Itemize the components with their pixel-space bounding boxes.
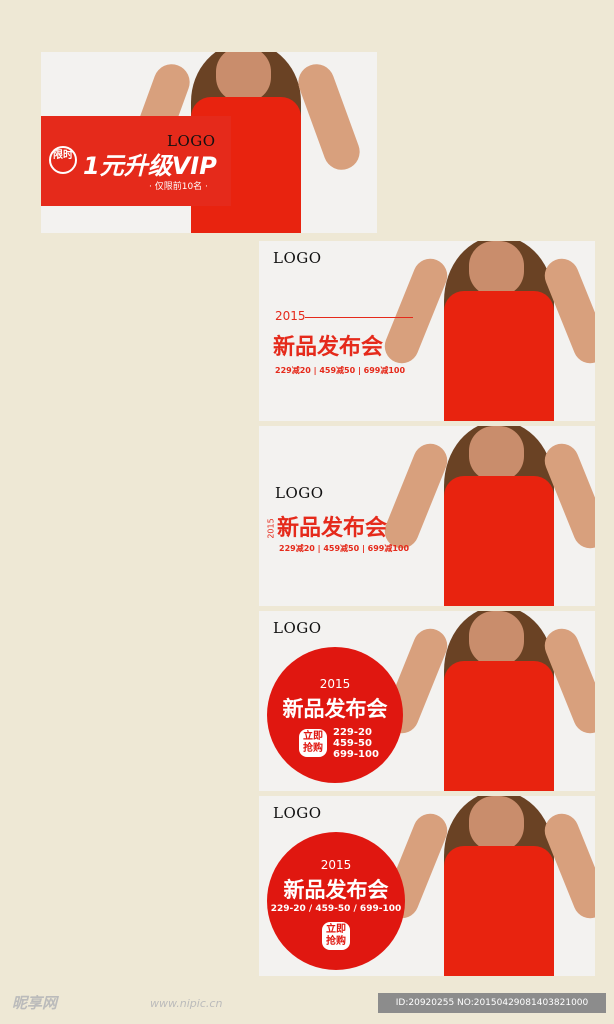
- promo-line-2: 459-50: [333, 738, 372, 749]
- banner-launch-3[interactable]: LOGO 2015 新品发布会 立即抢购 229-20 459-50 699-1…: [259, 611, 595, 791]
- model-photo: [379, 796, 595, 976]
- limited-badge: 限时: [49, 146, 77, 174]
- promo-text: 229-20 / 459-50 / 699-100: [270, 904, 402, 914]
- promo-text: 229减20 | 459减50 | 699减100: [279, 544, 410, 553]
- launch-title: 新品发布会: [282, 697, 388, 721]
- banner-vip-upgrade[interactable]: 限时 1元升级VIP · 仅限前10名 · LOGO: [41, 52, 377, 233]
- year: 2015: [266, 518, 276, 539]
- model-photo: [379, 241, 595, 421]
- promo-circle: 2015 新品发布会 229-20 / 459-50 / 699-100 立即抢…: [267, 832, 405, 970]
- promo-line-3: 699-100: [333, 749, 379, 760]
- promo-circle: 2015 新品发布会 立即抢购 229-20 459-50 699-100: [267, 647, 403, 783]
- logo: LOGO: [275, 484, 324, 502]
- divider: [305, 317, 413, 318]
- logo: LOGO: [273, 804, 322, 822]
- logo: LOGO: [273, 249, 322, 267]
- buy-now-button[interactable]: 立即抢购: [299, 729, 327, 757]
- model-photo: [379, 611, 595, 791]
- year: 2015: [320, 858, 352, 872]
- model-photo: [379, 426, 595, 606]
- promo-line-1: 229-20: [333, 727, 372, 738]
- watermark-brand: 昵享网: [12, 994, 58, 1012]
- logo: LOGO: [167, 132, 216, 150]
- logo: LOGO: [273, 619, 322, 637]
- banner-launch-1[interactable]: LOGO 2015 新品发布会 229减20 | 459减50 | 699减10…: [259, 241, 595, 421]
- year: 2015: [275, 309, 306, 323]
- year: 2015: [319, 677, 351, 691]
- vip-subtext: · 仅限前10名 ·: [149, 182, 208, 192]
- launch-title: 新品发布会: [273, 335, 384, 360]
- banner-launch-4[interactable]: LOGO 2015 新品发布会 229-20 / 459-50 / 699-10…: [259, 796, 595, 976]
- watermark-url: www.nipic.cn: [150, 997, 223, 1010]
- buy-now-button[interactable]: 立即抢购: [322, 922, 350, 950]
- image-id-bar: ID:20920255 NO:20150429081403821000: [378, 993, 606, 1013]
- banner-launch-2[interactable]: LOGO 2015 新品发布会 229减20 | 459减50 | 699减10…: [259, 426, 595, 606]
- promo-box: 限时 1元升级VIP · 仅限前10名 ·: [41, 116, 231, 206]
- launch-title: 新品发布会: [283, 878, 389, 902]
- launch-title: 新品发布会: [277, 516, 388, 541]
- promo-text: 229减20 | 459减50 | 699减100: [275, 366, 406, 375]
- vip-headline: 1元升级VIP: [83, 152, 217, 180]
